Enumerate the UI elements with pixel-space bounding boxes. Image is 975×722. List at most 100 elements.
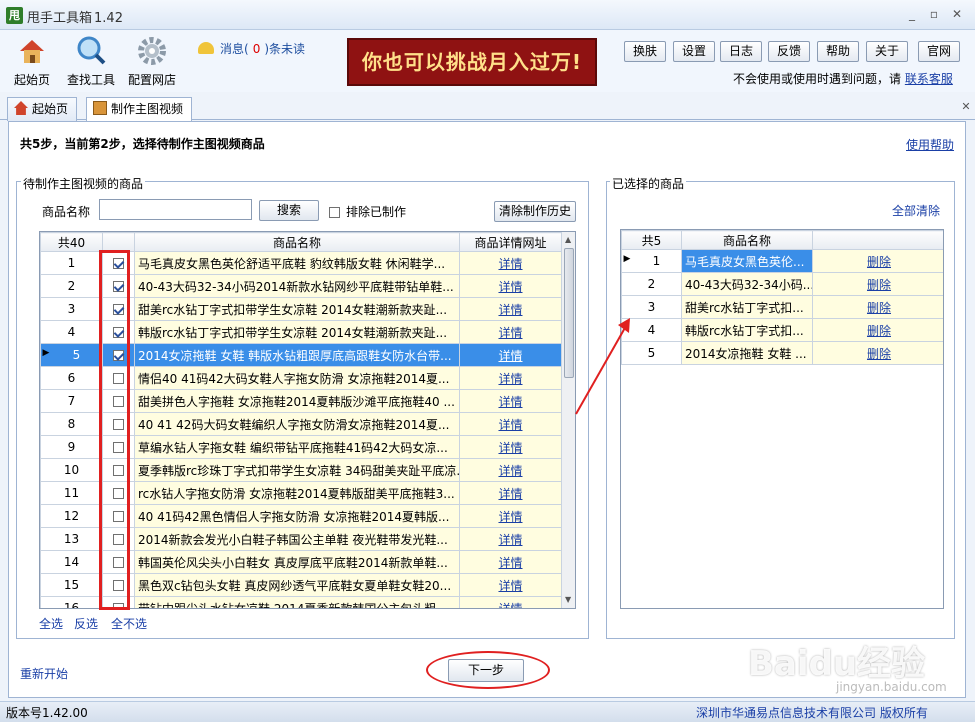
selected-products-title: 已选择的商品 [610, 175, 687, 192]
box-icon [93, 101, 107, 115]
delete-link[interactable]: 删除 [812, 249, 943, 273]
delete-link[interactable]: 删除 [812, 341, 943, 365]
detail-link[interactable]: 详情 [459, 343, 562, 367]
product-name: 40 41码42黑色情侣人字拖女防滑 女凉拖鞋2014夏韩版... [134, 504, 460, 528]
use-help-link[interactable]: 使用帮助 [906, 136, 954, 153]
restart-link[interactable]: 重新开始 [20, 665, 68, 682]
app-title: 甩手工具箱 1.42 [27, 11, 123, 26]
row-number: 12 [40, 504, 103, 528]
table-row[interactable]: 2 40-43大码32-34小码... 删除 [621, 272, 943, 296]
product-name: 甜美拼色人字拖鞋 女凉拖鞋2014夏韩版沙滩平底拖鞋40 ... [134, 389, 460, 413]
detail-link[interactable]: 详情 [459, 504, 562, 528]
promo-banner[interactable]: 你也可以挑战月入过万! [347, 38, 597, 86]
scrollbar[interactable]: ▲ ▼ [561, 232, 575, 608]
log-button[interactable]: 日志 [720, 41, 763, 62]
selected-action-header [812, 230, 943, 250]
tab-home[interactable]: 起始页 [7, 97, 78, 121]
selected-products-table: 共5 商品名称 ▶ 1 马毛真皮女黑色英伦... 删除 2 40-43大码32-34小码.… [620, 229, 944, 609]
title-bar [0, 0, 975, 30]
detail-link[interactable]: 详情 [459, 527, 562, 551]
message-icon [198, 42, 214, 54]
about-button[interactable]: 关于 [866, 41, 909, 62]
home-button[interactable]: 起始页 [2, 33, 62, 89]
product-name: 2014女凉拖鞋 女鞋 韩版水钻粗跟厚底高跟鞋女防水台带... [134, 343, 460, 367]
product-name: 情侣40 41码42大码女鞋人字拖女防滑 女凉拖鞋2014夏... [134, 366, 460, 390]
tab-make-video[interactable]: 制作主图视频 [86, 97, 193, 122]
scroll-up-icon[interactable]: ▲ [565, 235, 571, 244]
gear-icon [138, 37, 166, 65]
magnifier-icon [77, 36, 106, 65]
detail-link[interactable]: 详情 [459, 481, 562, 505]
search-button[interactable]: 搜索 [259, 200, 319, 221]
settings-button[interactable]: 设置 [673, 41, 716, 62]
select-none-link[interactable]: 全不选 [111, 615, 147, 632]
detail-link[interactable]: 详情 [459, 596, 562, 608]
product-name: 带钻中跟尖头水钻女凉鞋 2014夏季新款韩国公主包头粗... [134, 596, 460, 608]
row-number: ▶ 1 [621, 249, 682, 273]
product-name: 甜美rc水钻丁字式扣带学生女凉鞋 2014女鞋潮新款夹趾... [134, 297, 460, 321]
checkbox[interactable] [329, 207, 340, 218]
product-name: 马毛真皮女黑色英伦舒适平底鞋 豹纹韩版女鞋 休闲鞋学... [134, 251, 460, 275]
step-title: 共5步，当前第2步，选择待制作主图视频商品 [20, 137, 265, 151]
selected-product-name: 40-43大码32-34小码... [681, 272, 813, 296]
detail-link[interactable]: 详情 [459, 389, 562, 413]
detail-link[interactable]: 详情 [459, 550, 562, 574]
detail-link[interactable]: 详情 [459, 366, 562, 390]
detail-link[interactable]: 详情 [459, 412, 562, 436]
clear-history-button[interactable]: 清除制作历史 [494, 201, 576, 222]
home-icon [20, 40, 44, 63]
delete-link[interactable]: 删除 [812, 295, 943, 319]
next-step-highlight [426, 651, 550, 689]
skin-button[interactable]: 换肤 [624, 41, 667, 62]
find-tools-button[interactable]: 查找工具 [61, 33, 121, 89]
maximize-icon[interactable]: ▫ [926, 6, 942, 22]
detail-link[interactable]: 详情 [459, 297, 562, 321]
detail-link[interactable]: 详情 [459, 458, 562, 482]
row-number: 14 [40, 550, 103, 574]
row-number: 7 [40, 389, 103, 413]
row-number: 10 [40, 458, 103, 482]
table-row[interactable]: 3 甜美rc水钻丁字式扣... 删除 [621, 295, 943, 319]
pending-products-title: 待制作主图视频的商品 [21, 175, 146, 192]
delete-link[interactable]: 删除 [812, 318, 943, 342]
feedback-button[interactable]: 反馈 [768, 41, 811, 62]
copyright-text: 深圳市华通易点信息技术有限公司 版权所有 [696, 706, 928, 720]
search-input[interactable] [99, 199, 252, 220]
message-link[interactable]: 消息(0)条未读 [198, 40, 305, 57]
row-number: 8 [40, 412, 103, 436]
watermark-logo: Baidu经验 [748, 644, 926, 684]
detail-link[interactable]: 详情 [459, 435, 562, 459]
select-all-link[interactable]: 全选 [39, 615, 63, 632]
exclude-made-checkbox[interactable]: 排除已制作 [329, 203, 406, 220]
close-icon[interactable]: ✕ [949, 6, 965, 22]
url-header: 商品详情网址 [459, 232, 562, 252]
minimize-icon[interactable]: _ [904, 6, 920, 22]
product-name: 草编水钻人字拖女鞋 编织带钻平底拖鞋41码42大码女凉... [134, 435, 460, 459]
contact-support-link[interactable]: 联系客服 [905, 72, 953, 86]
detail-link[interactable]: 详情 [459, 274, 562, 298]
table-row[interactable]: 4 韩版rc水钻丁字式扣... 删除 [621, 318, 943, 342]
product-name: 40-43大码32-34小码2014新款水钻网纱平底鞋带钻单鞋... [134, 274, 460, 298]
product-name: 夏季韩版rc珍珠丁字式扣带学生女凉鞋 34码甜美夹趾平底凉... [134, 458, 460, 482]
table-row[interactable]: 5 2014女凉拖鞋 女鞋 ... 删除 [621, 341, 943, 365]
tab-close-icon[interactable]: ✕ [958, 99, 974, 115]
delete-link[interactable]: 删除 [812, 272, 943, 296]
detail-link[interactable]: 详情 [459, 573, 562, 597]
detail-link[interactable]: 详情 [459, 251, 562, 275]
scroll-down-icon[interactable]: ▼ [565, 595, 571, 604]
row-number: 1 [40, 251, 103, 275]
annotation-arrow [575, 318, 630, 415]
app-logo-icon: 甩 [6, 7, 23, 24]
detail-link[interactable]: 详情 [459, 320, 562, 344]
help-button[interactable]: 帮助 [817, 41, 860, 62]
row-number: 9 [40, 435, 103, 459]
invert-selection-link[interactable]: 反选 [74, 615, 98, 632]
selected-count-header: 共5 [621, 230, 682, 250]
config-shop-button[interactable]: 配置网店 [122, 33, 182, 89]
selected-product-name: 马毛真皮女黑色英伦... [681, 249, 813, 273]
table-row[interactable]: ▶ 1 马毛真皮女黑色英伦... 删除 [621, 249, 943, 273]
clear-all-link[interactable]: 全部清除 [892, 202, 940, 219]
row-number: 4 [40, 320, 103, 344]
row-number: 13 [40, 527, 103, 551]
website-button[interactable]: 官网 [918, 41, 961, 62]
